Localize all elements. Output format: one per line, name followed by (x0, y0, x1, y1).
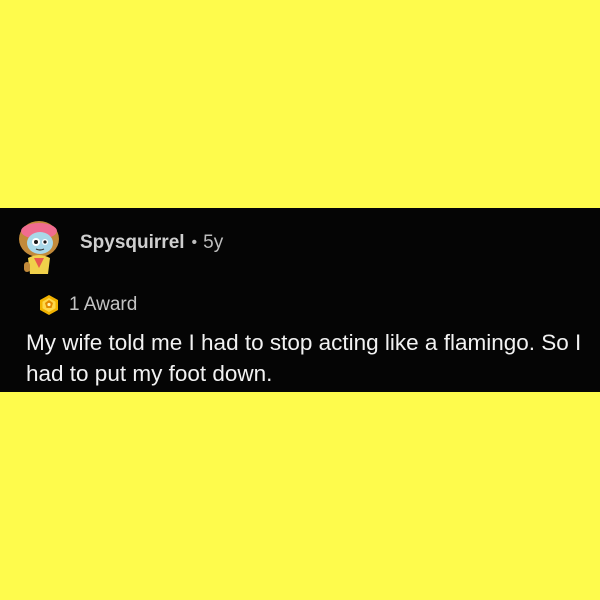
user-avatar[interactable] (14, 218, 64, 280)
comment-header: Spysquirrel • 5y (80, 228, 223, 258)
page: Spysquirrel • 5y 1 Award My wife told me… (0, 0, 600, 600)
award-row[interactable]: 1 Award (38, 291, 137, 319)
comment-age: 5y (203, 232, 224, 253)
comment-body: My wife told me I had to stop acting lik… (26, 330, 582, 386)
username-link[interactable]: Spysquirrel (80, 232, 185, 254)
award-count: 1 Award (69, 294, 138, 315)
award-badge-icon (40, 295, 58, 315)
comment-card: Spysquirrel • 5y 1 Award My wife told me… (0, 208, 600, 392)
separator-dot: • (191, 234, 198, 251)
snoo-avatar-icon (19, 221, 59, 274)
